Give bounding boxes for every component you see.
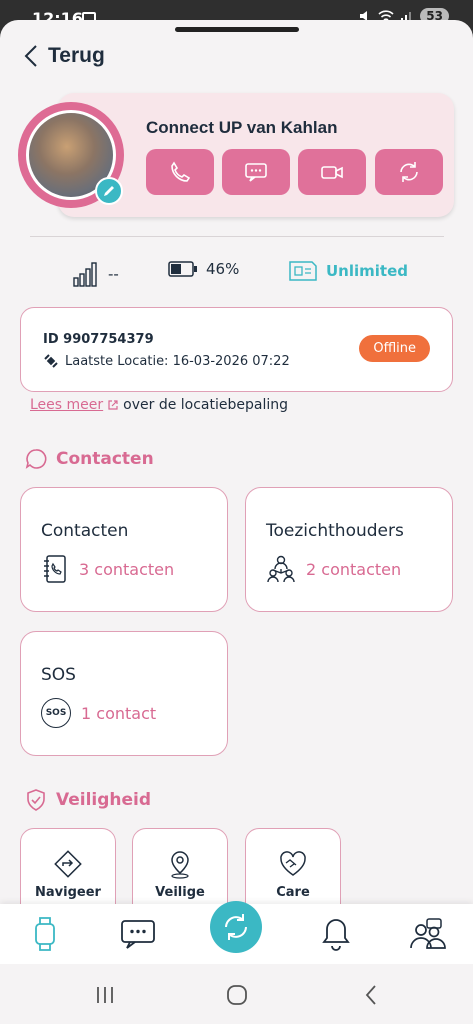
back-button[interactable]: Terug — [22, 44, 105, 68]
chat-bubble-icon — [25, 449, 47, 469]
smartwatch-icon — [35, 917, 55, 951]
signal-stat: -- — [72, 260, 119, 288]
read-more-link[interactable]: Lees meer — [30, 397, 103, 413]
sos-tile[interactable]: SOS SOS 1 contact — [20, 631, 228, 756]
navigate-tile[interactable]: Navigeer — [20, 828, 116, 904]
chevron-left-icon — [24, 45, 37, 67]
safety-section-label: Veiligheid — [56, 790, 152, 810]
device-id: ID 9907754379 — [43, 332, 154, 347]
pencil-icon — [104, 186, 114, 196]
sos-icon: SOS — [41, 698, 71, 728]
battery-icon — [168, 261, 197, 277]
message-icon — [121, 920, 155, 949]
tab-messages[interactable] — [118, 912, 158, 956]
location-pin-icon — [171, 851, 189, 879]
group-icon — [267, 555, 295, 583]
status-badge: Offline — [359, 335, 430, 362]
device-name: Connect UP van Kahlan — [146, 118, 338, 137]
battery-value: 46% — [206, 260, 240, 278]
sim-card-icon — [289, 261, 317, 281]
safe-zones-label: Veilige — [155, 885, 205, 900]
plan-value: Unlimited — [326, 262, 408, 280]
system-back-button[interactable] — [356, 982, 386, 1008]
recents-icon — [97, 987, 113, 1003]
guardians-tile-title: Toezichthouders — [266, 521, 404, 541]
guardians-tile[interactable]: Toezichthouders 2 contacten — [245, 487, 453, 612]
sync-icon — [400, 162, 418, 182]
address-book-icon — [44, 555, 66, 583]
tab-watch[interactable] — [25, 912, 65, 956]
device-sheet: Terug Connect UP van Kahlan -- 46% Unlim… — [0, 20, 473, 904]
chevron-left-icon — [365, 985, 376, 1005]
sheet-handle[interactable] — [175, 27, 299, 32]
message-icon — [245, 163, 267, 182]
signal-value: -- — [108, 265, 119, 283]
bell-icon — [322, 919, 350, 951]
shield-check-icon — [27, 789, 45, 811]
safety-section-title: Veiligheid — [24, 788, 151, 812]
call-button[interactable] — [146, 149, 214, 195]
message-button[interactable] — [222, 149, 290, 195]
last-location-text: Laatste Locatie: 16-03-2026 07:22 — [65, 353, 290, 369]
contacts-tile-count: 3 contacten — [41, 554, 174, 584]
navigate-label: Navigeer — [35, 885, 101, 900]
signal-bars-icon — [73, 262, 97, 287]
care-label: Care — [276, 885, 310, 900]
satellite-icon — [44, 354, 58, 368]
handshake-heart-icon — [280, 851, 306, 876]
care-tile[interactable]: Care — [245, 828, 341, 904]
edit-avatar-button[interactable] — [95, 177, 123, 205]
guardians-count: 2 contacten — [306, 559, 402, 579]
back-label: Terug — [48, 44, 105, 67]
last-location: Laatste Locatie: 16-03-2026 07:22 — [43, 353, 290, 369]
navigate-icon — [54, 850, 82, 878]
sync-button[interactable] — [375, 149, 443, 195]
people-icon — [410, 918, 446, 949]
contacts-count: 3 contacten — [79, 559, 175, 579]
tab-contacts[interactable] — [408, 912, 448, 956]
home-button[interactable] — [222, 982, 252, 1008]
sync-icon — [225, 914, 247, 940]
guardians-tile-count: 2 contacten — [266, 554, 401, 584]
contacts-tile[interactable]: Contacten 3 contacten — [20, 487, 228, 612]
phone-icon — [171, 161, 191, 182]
bottom-tab-bar — [0, 901, 473, 964]
contacts-section-title: Contacten — [24, 447, 154, 471]
divider — [30, 236, 444, 237]
safe-zones-tile[interactable]: Veilige — [132, 828, 228, 904]
read-more-rest: over de locatiebepaling — [123, 397, 289, 413]
battery-stat: 46% — [168, 260, 239, 278]
contacts-section-label: Contacten — [56, 449, 154, 469]
home-icon — [227, 985, 247, 1005]
tab-sync[interactable] — [210, 901, 262, 953]
device-info-card: ID 9907754379 Laatste Locatie: 16-03-202… — [20, 307, 453, 392]
sos-badge-text: SOS — [45, 708, 67, 718]
sos-tile-count: SOS 1 contact — [41, 698, 156, 728]
external-link-icon — [108, 400, 118, 410]
location-info: Lees meer over de locatiebepaling — [30, 397, 288, 413]
sos-tile-title: SOS — [41, 665, 76, 685]
plan-stat: Unlimited — [288, 260, 408, 282]
sos-count: 1 contact — [81, 703, 157, 723]
recent-apps-button[interactable] — [90, 982, 120, 1008]
video-call-button[interactable] — [298, 149, 366, 195]
tab-notifications[interactable] — [316, 912, 356, 956]
system-nav-bar — [0, 964, 473, 1024]
video-icon — [321, 166, 343, 179]
contacts-tile-title: Contacten — [41, 521, 129, 541]
